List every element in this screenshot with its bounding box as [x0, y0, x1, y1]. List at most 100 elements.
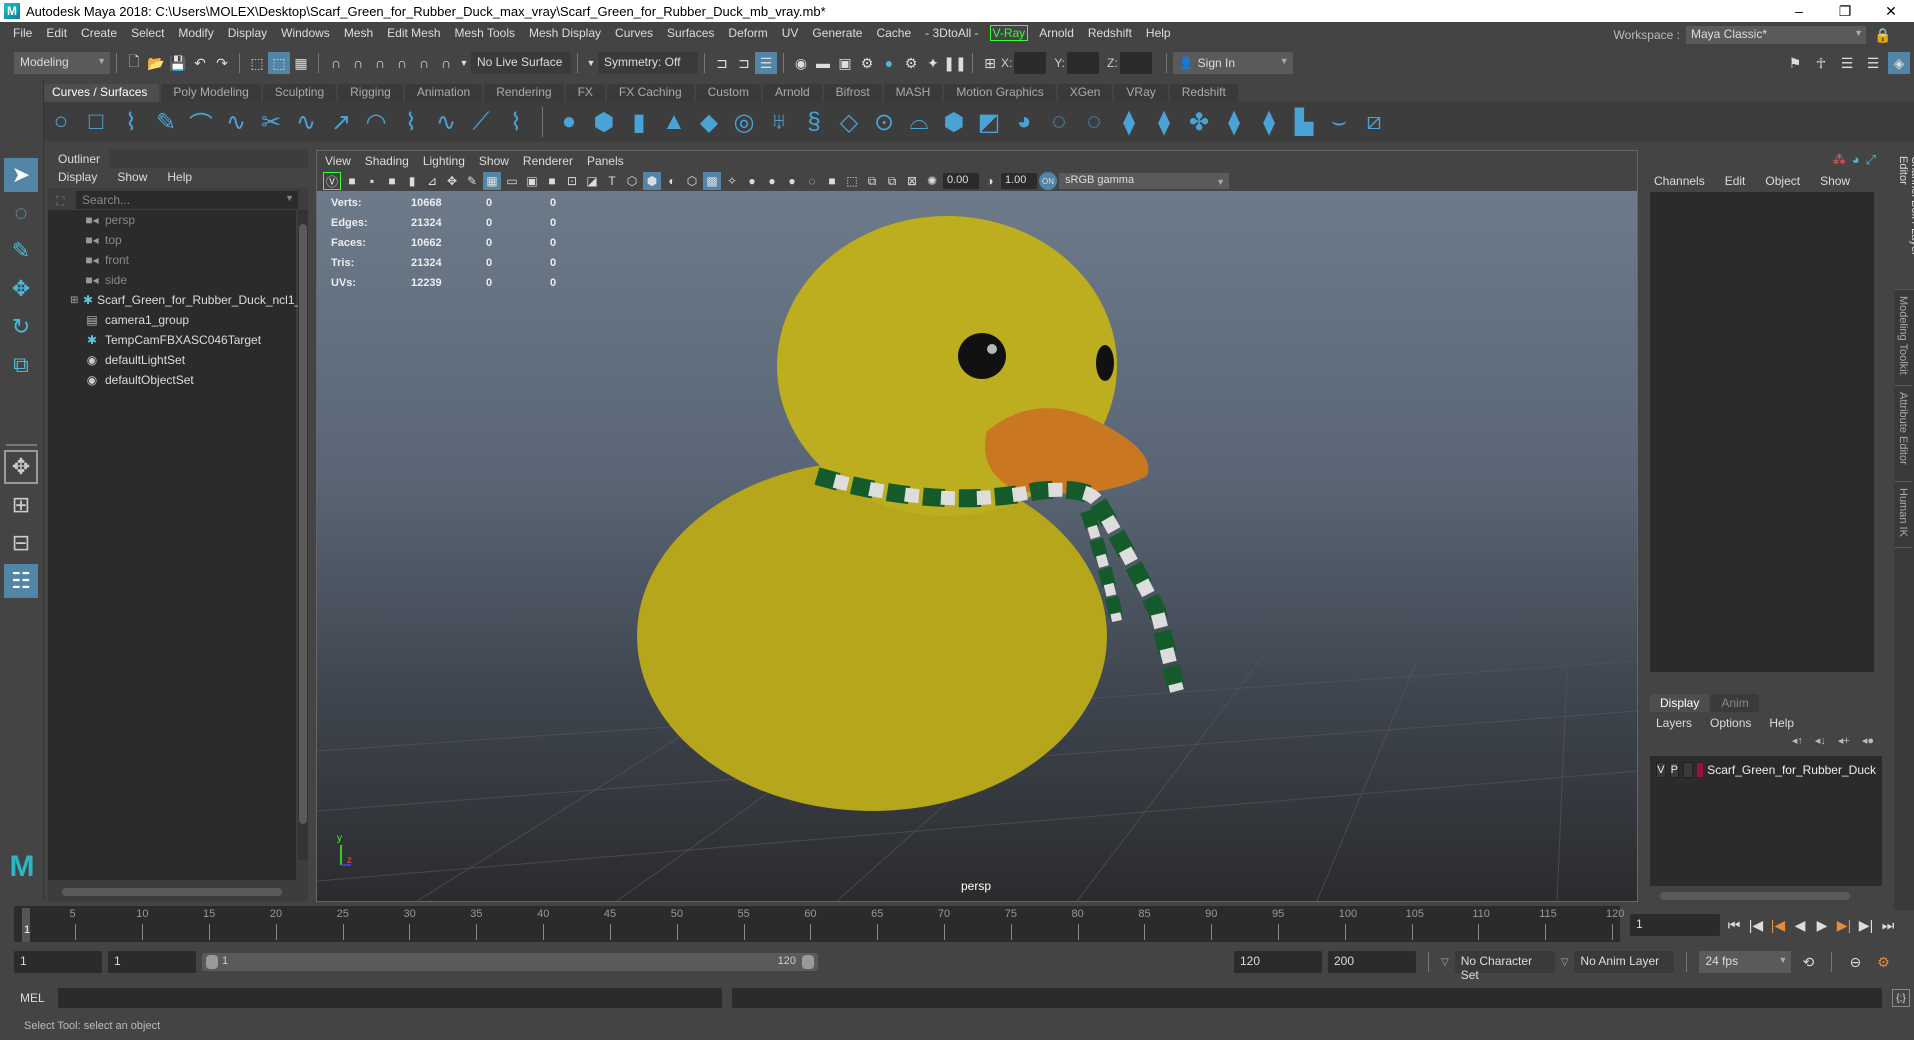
color-management-toggle[interactable]: ON: [1039, 172, 1057, 190]
z-field[interactable]: [1119, 52, 1152, 74]
shelf-tab-fx[interactable]: FX: [565, 84, 605, 102]
playback-end-field[interactable]: 120: [1234, 951, 1322, 973]
outliner-item[interactable]: ■◂ top: [48, 230, 296, 250]
viewport-menu-shading[interactable]: Shading: [365, 154, 409, 168]
trim-icon[interactable]: ◌: [1044, 107, 1074, 137]
auto-key-icon[interactable]: ⊖: [1844, 951, 1866, 973]
snap-grid-icon[interactable]: ∩: [325, 52, 347, 74]
intersect-curve-icon[interactable]: ⟋: [466, 107, 496, 137]
viewport-menu-renderer[interactable]: Renderer: [523, 154, 573, 168]
show-menu[interactable]: Show: [1820, 174, 1850, 188]
insert-isoparm-icon[interactable]: ▙: [1289, 107, 1319, 137]
safe-title-icon[interactable]: T: [603, 172, 621, 190]
tab-anim[interactable]: Anim: [1711, 694, 1759, 712]
loop-icon[interactable]: ⟲: [1797, 951, 1819, 973]
select-object-icon[interactable]: ⬚: [268, 52, 290, 74]
absolute-transform-icon[interactable]: ⊞: [979, 52, 1001, 74]
render-view-icon[interactable]: ◉: [790, 52, 812, 74]
viewport-menu-lighting[interactable]: Lighting: [423, 154, 465, 168]
go-to-end-icon[interactable]: ⏭: [1880, 914, 1896, 936]
filter-icon[interactable]: ⛶: [56, 194, 64, 209]
outliner-search-input[interactable]: Search...: [76, 191, 298, 209]
arc-icon[interactable]: ⌒: [186, 107, 216, 139]
bevel-icon[interactable]: ◕: [1009, 107, 1039, 137]
paint-select-tool-icon[interactable]: ✎: [4, 234, 38, 268]
loft-icon[interactable]: §: [799, 107, 829, 137]
shelf-tab-redshift[interactable]: Redshift: [1169, 84, 1238, 102]
side-tab-attribute-editor[interactable]: Attribute Editor: [1894, 386, 1912, 482]
anim-layer-field[interactable]: No Anim Layer: [1574, 951, 1675, 973]
ep-curve-icon[interactable]: ⌇: [501, 107, 531, 137]
speed-icon[interactable]: ◕: [1852, 152, 1860, 168]
current-frame-field[interactable]: 1: [1630, 914, 1720, 936]
outliner-item[interactable]: ◉ defaultLightSet: [48, 350, 296, 370]
edit-menu[interactable]: Edit: [1725, 174, 1746, 188]
step-back-key-icon[interactable]: |◀: [1770, 914, 1786, 936]
side-tab-channel-box[interactable]: Channel Box / Layer Editor: [1894, 150, 1914, 290]
shadows-icon[interactable]: ●: [743, 172, 761, 190]
camera-select-icon[interactable]: ■: [343, 172, 361, 190]
minimize-button[interactable]: –: [1776, 0, 1822, 22]
shelf-tab-rendering[interactable]: Rendering: [484, 84, 564, 102]
menu-cache[interactable]: Cache: [869, 26, 918, 40]
gate-mask-icon[interactable]: ■: [543, 172, 561, 190]
outliner-item[interactable]: ■◂ side: [48, 270, 296, 290]
menu-display[interactable]: Display: [221, 26, 274, 40]
menu-arnold[interactable]: Arnold: [1032, 26, 1081, 40]
restore-button[interactable]: ❐: [1822, 0, 1868, 22]
shelf-tab-xgen[interactable]: XGen: [1057, 84, 1113, 102]
textured-icon[interactable]: ▩: [703, 172, 721, 190]
script-editor-icon[interactable]: {;}: [1892, 989, 1910, 1007]
menu-curves[interactable]: Curves: [608, 26, 660, 40]
channel-box-icon[interactable]: ◈: [1888, 52, 1910, 74]
shelf-tab-rigging[interactable]: Rigging: [338, 84, 403, 102]
command-input[interactable]: [58, 988, 722, 1008]
circle-icon[interactable]: ○: [46, 107, 76, 137]
grid-icon[interactable]: ▦: [483, 172, 501, 190]
project-curve-icon[interactable]: ⧫: [1149, 107, 1179, 137]
undo-icon[interactable]: ↶: [189, 52, 211, 74]
menu-help[interactable]: Help: [1139, 26, 1178, 40]
menu-edit[interactable]: Edit: [39, 26, 74, 40]
shelf-tab-motion-graphics[interactable]: Motion Graphics: [944, 84, 1056, 102]
outliner-horizontal-scrollbar[interactable]: [62, 888, 282, 896]
depth-of-field-icon[interactable]: ■: [823, 172, 841, 190]
outliner-menu-display[interactable]: Display: [58, 170, 97, 186]
menu-deform[interactable]: Deform: [721, 26, 774, 40]
channels-menu[interactable]: Channels: [1654, 174, 1705, 188]
birail-icon[interactable]: ⌓: [904, 107, 934, 137]
tab-display[interactable]: Display: [1650, 694, 1710, 712]
object-menu[interactable]: Object: [1765, 174, 1800, 188]
menu-modify[interactable]: Modify: [171, 26, 220, 40]
default-material-icon[interactable]: ◐: [663, 172, 681, 190]
modeling-toolkit-icon[interactable]: ⚑: [1784, 52, 1806, 74]
film-gate-icon[interactable]: ▭: [503, 172, 521, 190]
viewport-menu-panels[interactable]: Panels: [587, 154, 624, 168]
untrim-icon[interactable]: ◌: [1079, 107, 1109, 137]
shelf-tab-arnold[interactable]: Arnold: [762, 84, 822, 102]
motion-blur-icon[interactable]: ●: [783, 172, 801, 190]
sign-in-button[interactable]: 👤 Sign In: [1172, 52, 1293, 74]
shelf-tab-sculpting[interactable]: Sculpting: [262, 84, 337, 102]
shelf-tab-vray[interactable]: VRay: [1114, 84, 1168, 102]
outliner-layout-icon[interactable]: ☷: [4, 564, 38, 598]
play-backwards-icon[interactable]: ◀: [1792, 914, 1808, 936]
menu-mesh-tools[interactable]: Mesh Tools: [448, 26, 522, 40]
wireframe-icon[interactable]: ⬡: [623, 172, 641, 190]
make-live-icon[interactable]: ∩: [413, 52, 435, 74]
menu-generate[interactable]: Generate: [805, 26, 869, 40]
anim-layer-menu-icon[interactable]: ▽: [1561, 957, 1569, 968]
xray-joints-icon[interactable]: ⧉: [883, 172, 901, 190]
wireframe-on-shaded-icon[interactable]: ⬡: [683, 172, 701, 190]
start-time-field[interactable]: 1: [14, 951, 102, 973]
output-ops-icon[interactable]: ⊐: [733, 52, 755, 74]
shelf-tab-animation[interactable]: Animation: [404, 84, 483, 102]
side-tab-modeling-toolkit[interactable]: Modeling Toolkit: [1894, 290, 1912, 386]
shelf-tab-fx-caching[interactable]: FX Caching: [606, 84, 694, 102]
menu-uv[interactable]: UV: [775, 26, 806, 40]
square-icon[interactable]: □: [81, 107, 111, 137]
outliner-item[interactable]: ✱ TempCamFBXASC046Target: [48, 330, 296, 350]
attach-surface-icon[interactable]: ⧫: [1219, 107, 1249, 137]
outliner-item[interactable]: ■◂ persp: [48, 210, 296, 230]
play-forwards-icon[interactable]: ▶: [1814, 914, 1830, 936]
